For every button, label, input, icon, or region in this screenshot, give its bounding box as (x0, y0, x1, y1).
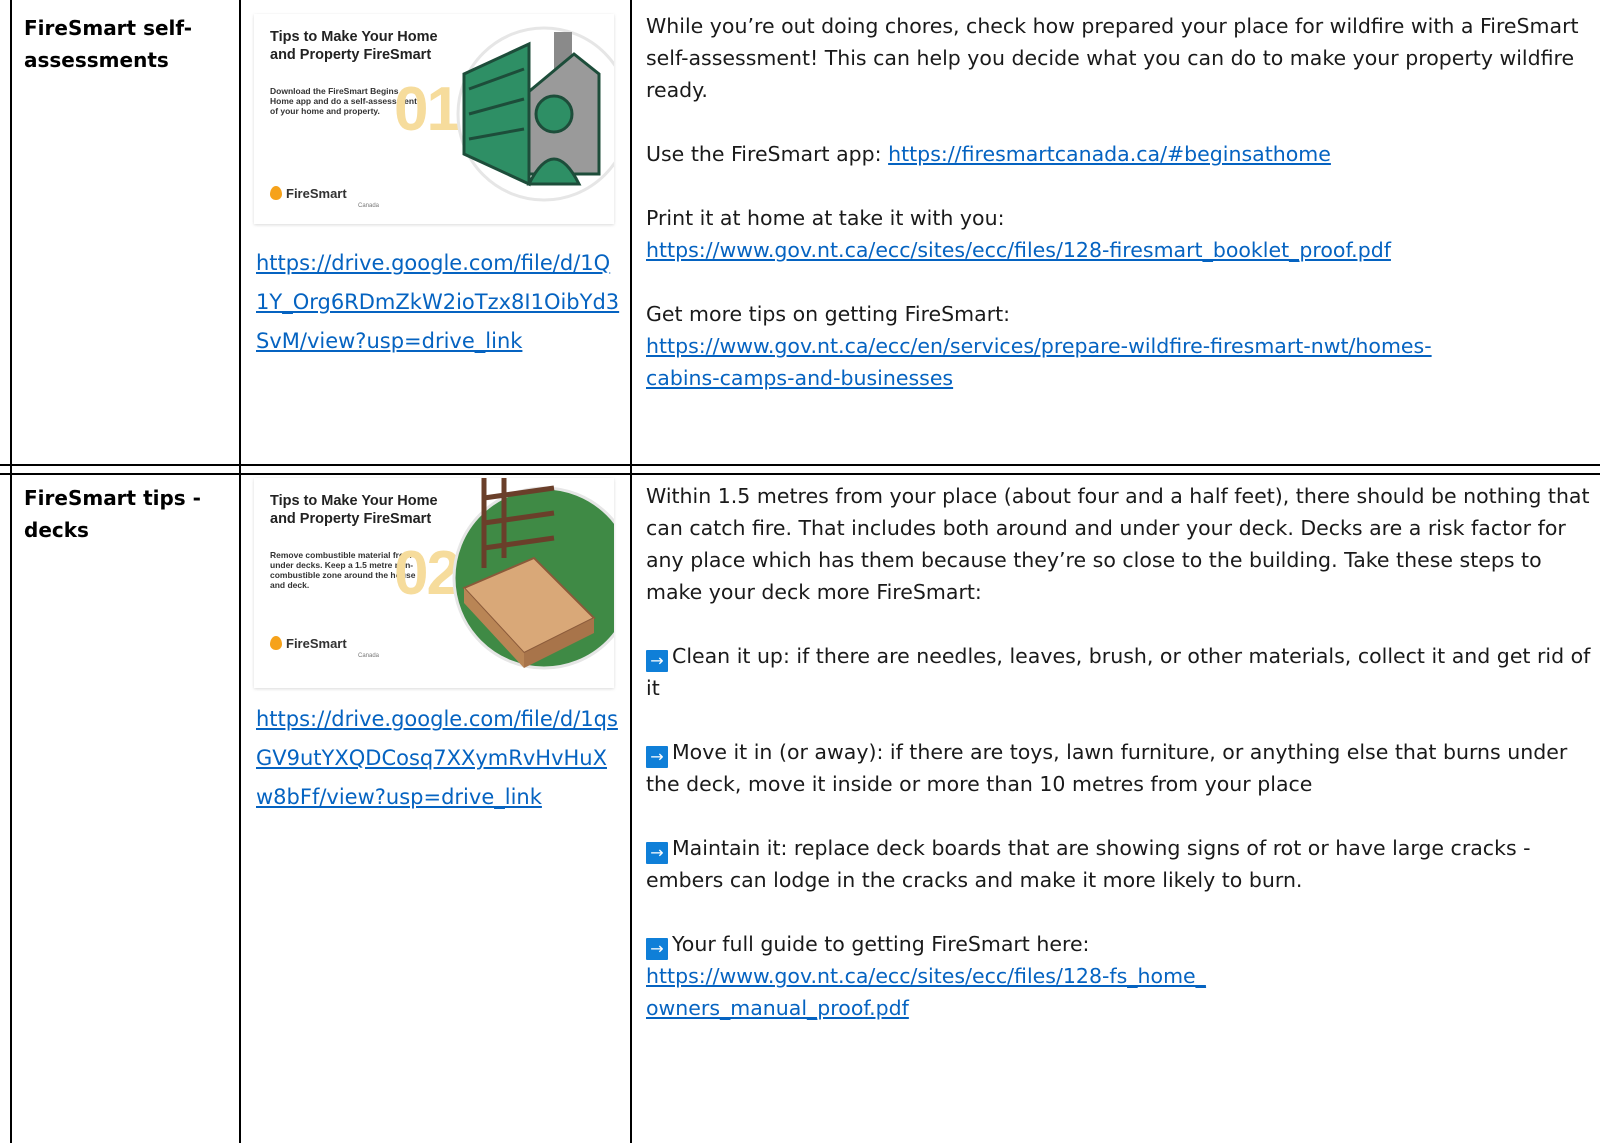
flame-icon (270, 186, 282, 200)
booklet-link[interactable]: https://www.gov.nt.ca/ecc/sites/ecc/file… (646, 238, 1391, 262)
row-divider-2 (0, 473, 1600, 475)
row-title-decks: FireSmart tips - decks (24, 486, 201, 542)
firesmart-logo: FireSmart (270, 636, 347, 651)
thumbnail-title: Tips to Make Your Home and Property Fire… (270, 29, 438, 63)
tips-link[interactable]: https://www.gov.nt.ca/ecc/en/services/pr… (646, 334, 1432, 390)
row-divider-1 (0, 464, 1600, 466)
arrow-icon: → (646, 842, 668, 864)
flame-icon (270, 636, 282, 650)
print-label: Print it at home at take it with you: (646, 206, 1005, 230)
arrow-icon: → (646, 938, 668, 960)
tips-label: Get more tips on getting FireSmart: (646, 302, 1011, 326)
step-move: → Move it in (or away): if there are toys… (646, 740, 1568, 796)
row-content-decks: Within 1.5 metres from your place (about… (646, 480, 1594, 1024)
app-line: Use the FireSmart app: https://firesmart… (646, 142, 1331, 166)
drive-link-cell: https://drive.google.com/file/d/1Q1Y_Org… (256, 244, 622, 361)
row-title-self-assessments: FireSmart self-assessments (24, 16, 193, 72)
guide-link[interactable]: https://www.gov.nt.ca/ecc/sites/ecc/file… (646, 964, 1206, 1020)
arrow-icon: → (646, 746, 668, 768)
table: FireSmart self-assessments Tips to Make … (0, 0, 1600, 1143)
column-divider-1 (239, 0, 241, 1143)
firesmart-app-link[interactable]: https://firesmartcanada.ca/#beginsathome (888, 142, 1331, 166)
thumbnail-self-assessment: Tips to Make Your Home and Property Fire… (254, 14, 614, 224)
thumbnail-decks: Tips to Make Your Home and Property Fire… (254, 478, 614, 688)
arrow-icon: → (646, 650, 668, 672)
row-content-self-assessments: While you’re out doing chores, check how… (646, 10, 1594, 394)
step-maintain: → Maintain it: replace deck boards that a… (646, 836, 1531, 892)
house-tree-person-icon (456, 26, 614, 202)
intro-text: While you’re out doing chores, check how… (646, 14, 1579, 102)
guide-label: → Your full guide to getting FireSmart he… (646, 928, 1594, 960)
step-clean: → Clean it up: if there are needles, leav… (646, 644, 1591, 700)
logo-subtitle: Canada (358, 653, 380, 659)
table-border-left (10, 0, 12, 1143)
thumbnail-title: Tips to Make Your Home and Property Fire… (270, 493, 438, 527)
drive-link-cell: https://drive.google.com/file/d/1qsGV9ut… (256, 700, 622, 817)
logo-subtitle: Canada (358, 203, 380, 209)
column-divider-2 (630, 0, 632, 1143)
firesmart-logo: FireSmart (270, 186, 347, 201)
drive-link-decks[interactable]: https://drive.google.com/file/d/1qsGV9ut… (256, 707, 618, 809)
intro-text: Within 1.5 metres from your place (about… (646, 484, 1590, 604)
deck-icon (452, 478, 614, 670)
drive-link-self-assessment[interactable]: https://drive.google.com/file/d/1Q1Y_Org… (256, 251, 619, 353)
